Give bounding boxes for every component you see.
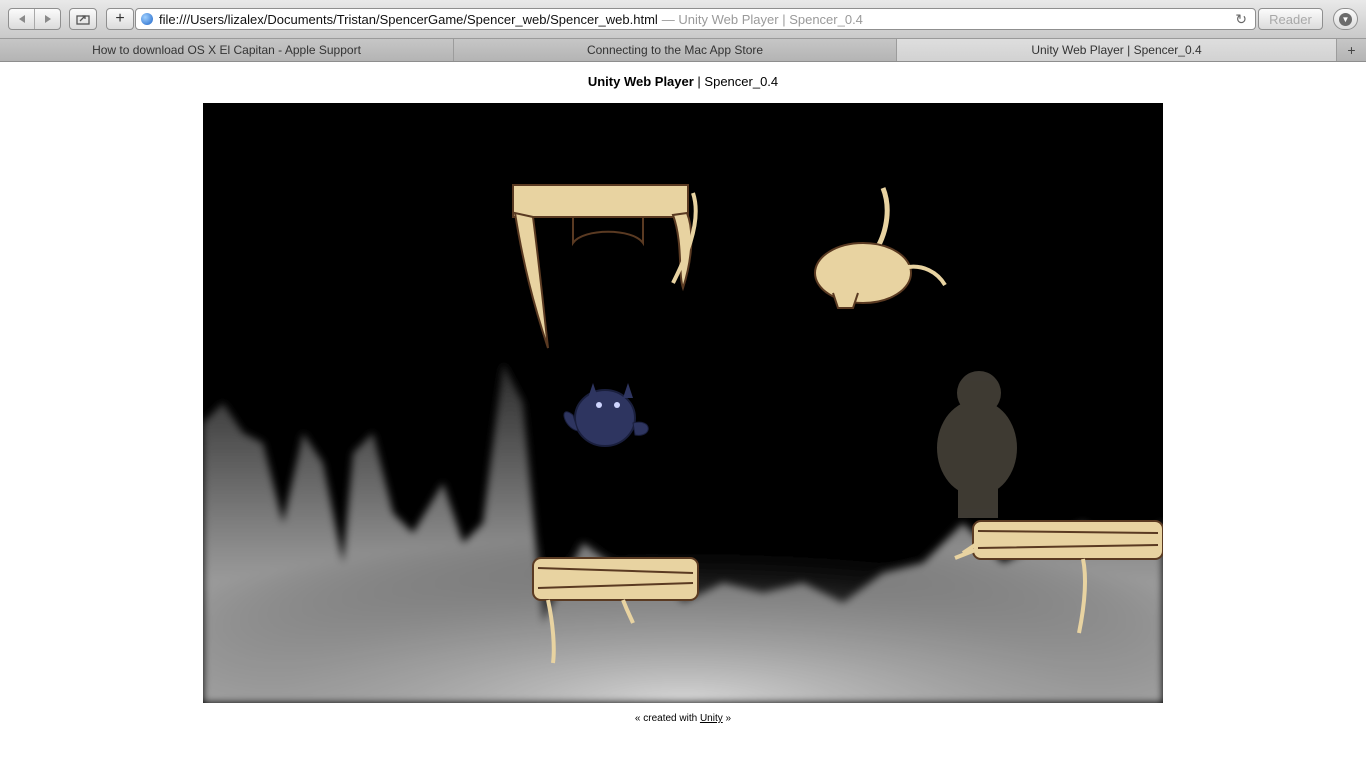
page-title-suffix: — Unity Web Player | Spencer_0.4 <box>661 11 863 27</box>
downloads-button[interactable]: ▼ <box>1333 8 1358 30</box>
add-bookmark-button[interactable]: + <box>106 8 134 30</box>
back-button[interactable] <box>9 9 34 29</box>
unity-game-canvas[interactable] <box>203 103 1163 703</box>
page-footer: « created with Unity » <box>0 713 1366 724</box>
page-title: Unity Web Player | Spencer_0.4 <box>0 74 1366 89</box>
forward-button[interactable] <box>34 9 60 29</box>
address-bar[interactable]: file:///Users/lizalex/Documents/Tristan/… <box>135 8 1256 30</box>
back-arrow-icon <box>18 15 25 23</box>
share-icon <box>76 15 90 25</box>
url-text: file:///Users/lizalex/Documents/Tristan/… <box>159 11 658 27</box>
tab-mac-app-store[interactable]: Connecting to the Mac App Store <box>454 39 897 61</box>
reload-icon[interactable]: ↻ <box>1235 11 1247 28</box>
download-icon: ▼ <box>1339 12 1352 26</box>
unity-link[interactable]: Unity <box>700 713 723 724</box>
tab-unity-web-player[interactable]: Unity Web Player | Spencer_0.4 <box>897 39 1337 61</box>
page-title-name: Spencer_0.4 <box>704 74 779 89</box>
forward-arrow-icon <box>44 15 51 23</box>
browser-toolbar: + file:///Users/lizalex/Documents/Trista… <box>0 0 1366 39</box>
tab-bar: How to download OS X El Capitan - Apple … <box>0 39 1366 62</box>
footer-suffix: » <box>722 713 732 724</box>
nav-buttons <box>8 8 61 30</box>
reader-button[interactable]: Reader <box>1258 8 1323 30</box>
footer-prefix: « created with <box>634 713 700 724</box>
tab-apple-support[interactable]: How to download OS X El Capitan - Apple … <box>0 39 454 61</box>
page-title-bold: Unity Web Player <box>587 74 694 89</box>
globe-icon <box>141 13 153 25</box>
page-title-separator: | <box>693 74 705 89</box>
game-scene <box>203 103 1163 703</box>
plus-icon: + <box>115 10 125 27</box>
plus-icon: + <box>1347 42 1356 58</box>
new-tab-button[interactable]: + <box>1337 39 1366 61</box>
share-button[interactable] <box>69 8 97 30</box>
